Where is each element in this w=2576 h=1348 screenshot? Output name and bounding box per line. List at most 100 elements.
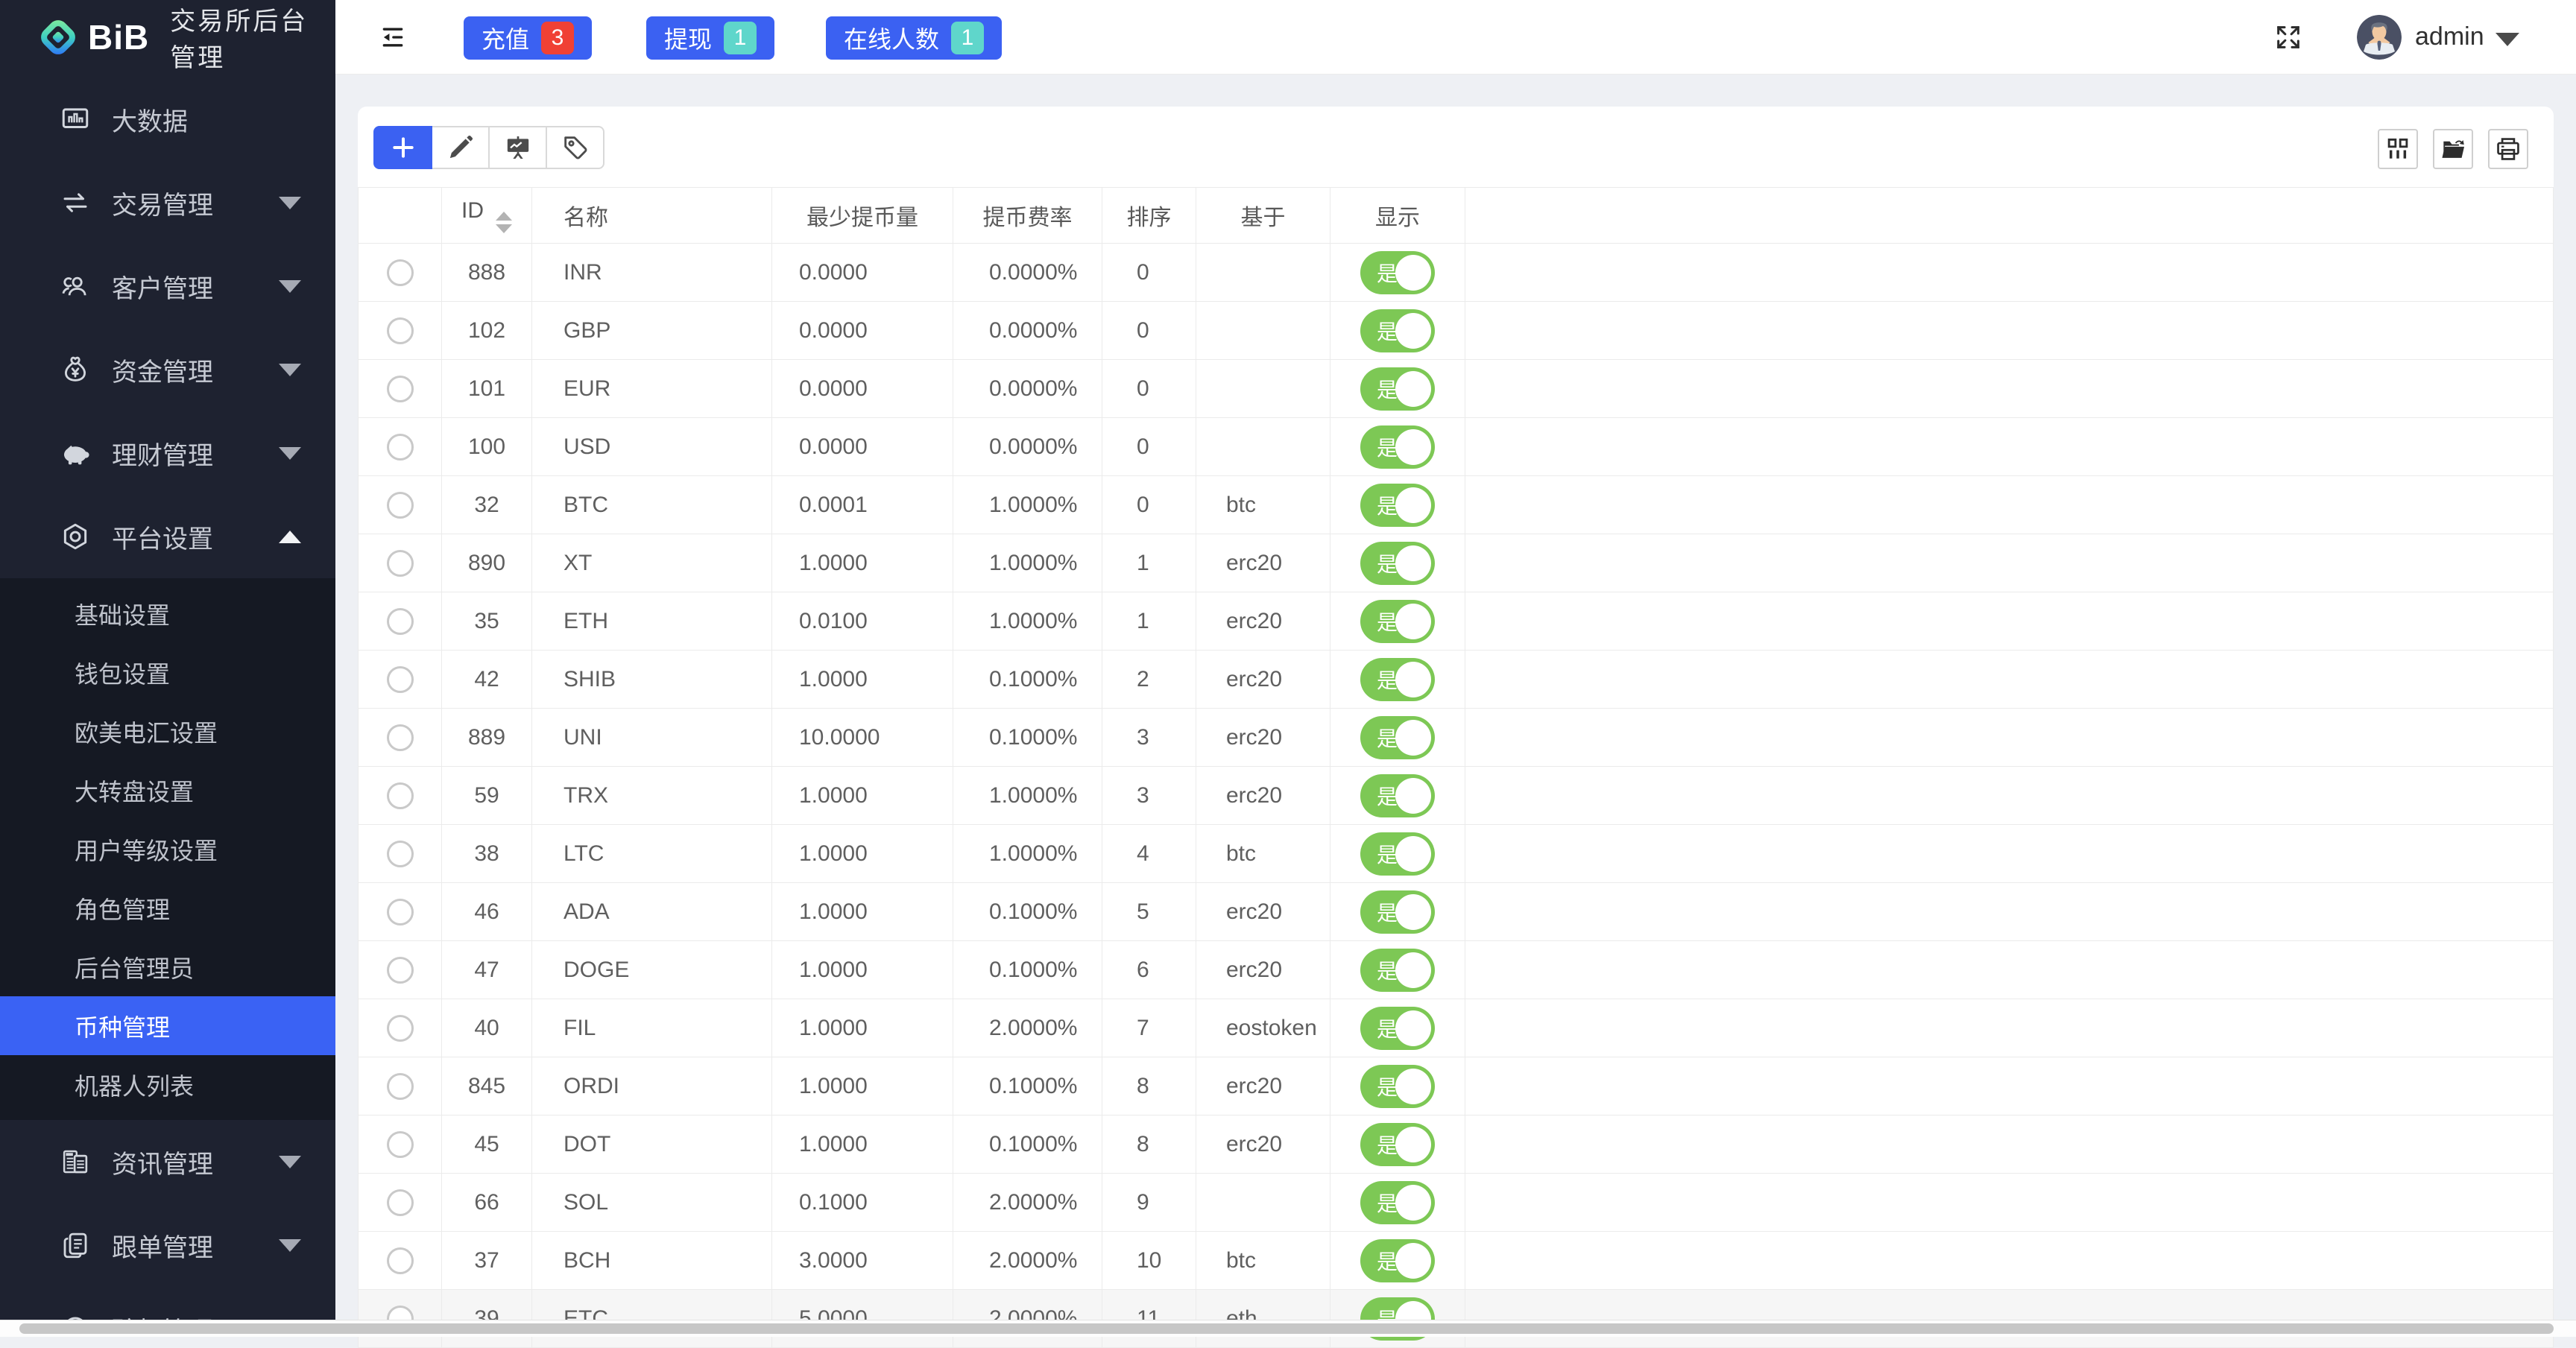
cell-filler (1465, 1057, 2554, 1116)
show-toggle[interactable]: 是 (1360, 890, 1435, 934)
chart-board-button[interactable] (488, 126, 547, 169)
sidebar-item-后台管理员[interactable]: 后台管理员 (0, 937, 335, 996)
cell-name: TRX (532, 767, 772, 825)
row-select-cell (359, 1290, 442, 1348)
cell-base: erc20 (1196, 941, 1330, 999)
sort-icon[interactable] (496, 212, 512, 233)
cell-show: 是 (1330, 709, 1465, 767)
show-toggle[interactable]: 是 (1360, 949, 1435, 992)
print-button[interactable] (2488, 129, 2528, 169)
sidebar-item-交易管理[interactable]: 交易管理 (0, 161, 335, 244)
sidebar-item-大转盘设置[interactable]: 大转盘设置 (0, 761, 335, 820)
sidebar-item-钱包设置[interactable]: 钱包设置 (0, 643, 335, 702)
sidebar-item-平台设置[interactable]: 平台设置 (0, 495, 335, 578)
cell-show: 是 (1330, 1174, 1465, 1232)
row-radio[interactable] (387, 666, 414, 693)
stat-button-label: 充值 (482, 21, 529, 55)
show-toggle[interactable]: 是 (1360, 1239, 1435, 1282)
sidebar-item-基础设置[interactable]: 基础设置 (0, 584, 335, 643)
show-toggle[interactable]: 是 (1360, 425, 1435, 469)
cell-min-withdraw: 0.0000 (772, 360, 953, 418)
sidebar-item-label: 客户管理 (112, 268, 264, 305)
sidebar-item-用户等级设置[interactable]: 用户等级设置 (0, 820, 335, 879)
row-radio[interactable] (387, 782, 414, 809)
cell-fee: 0.1000% (953, 1057, 1102, 1116)
show-toggle[interactable]: 是 (1360, 832, 1435, 876)
menu-fold-icon[interactable] (378, 22, 408, 52)
row-radio[interactable] (387, 841, 414, 867)
row-radio[interactable] (387, 724, 414, 751)
row-radio[interactable] (387, 317, 414, 344)
column-header-ID[interactable]: ID (442, 188, 532, 244)
avatar[interactable] (2357, 15, 2402, 60)
sidebar-item-机器人列表[interactable]: 机器人列表 (0, 1055, 335, 1114)
show-toggle[interactable]: 是 (1360, 309, 1435, 352)
table-row: 888INR0.00000.0000%0是 (359, 244, 2554, 302)
user-name[interactable]: admin (2415, 22, 2484, 51)
row-radio[interactable] (387, 1247, 414, 1274)
sidebar-item-欧美电汇设置[interactable]: 欧美电汇设置 (0, 702, 335, 761)
sidebar-item-跟单管理[interactable]: 跟单管理 (0, 1203, 335, 1287)
sidebar-item-资金管理[interactable]: 资金管理 (0, 328, 335, 411)
row-radio[interactable] (387, 899, 414, 925)
tag-button[interactable] (546, 126, 604, 169)
edit-button[interactable] (431, 126, 490, 169)
sidebar-item-客户管理[interactable]: 客户管理 (0, 244, 335, 328)
row-radio[interactable] (387, 608, 414, 635)
add-button[interactable] (373, 126, 432, 169)
stat-button-在线人数[interactable]: 在线人数1 (826, 16, 1002, 60)
cell-sort: 0 (1102, 418, 1196, 476)
toggle-label: 是 (1377, 1246, 1398, 1276)
cell-min-withdraw: 10.0000 (772, 709, 953, 767)
show-toggle[interactable]: 是 (1360, 251, 1435, 294)
row-radio[interactable] (387, 550, 414, 577)
row-select-cell (359, 651, 442, 709)
stat-button-充值[interactable]: 充值3 (464, 16, 592, 60)
show-toggle[interactable]: 是 (1360, 600, 1435, 643)
stat-button-提现[interactable]: 提现1 (646, 16, 774, 60)
table-row: 890XT1.00001.0000%1erc20是 (359, 534, 2554, 592)
sidebar-item-大数据[interactable]: 大数据 (0, 77, 335, 161)
row-radio[interactable] (387, 1189, 414, 1216)
sidebar-item-币种管理[interactable]: 币种管理 (0, 996, 335, 1055)
cell-fee: 2.0000% (953, 999, 1102, 1057)
cell-min-withdraw: 0.0000 (772, 244, 953, 302)
row-radio[interactable] (387, 1131, 414, 1158)
show-toggle[interactable]: 是 (1360, 658, 1435, 701)
show-toggle[interactable]: 是 (1360, 367, 1435, 411)
sidebar-item-角色管理[interactable]: 角色管理 (0, 879, 335, 937)
user-caret-down-icon[interactable] (2496, 33, 2519, 46)
cell-fee: 0.0000% (953, 360, 1102, 418)
show-toggle[interactable]: 是 (1360, 542, 1435, 585)
show-toggle[interactable]: 是 (1360, 1065, 1435, 1108)
show-toggle[interactable]: 是 (1360, 1181, 1435, 1224)
toggle-label: 是 (1377, 432, 1398, 462)
horizontal-scrollbar[interactable] (0, 1320, 2576, 1337)
sidebar-item-理财管理[interactable]: 理财管理 (0, 411, 335, 495)
show-toggle[interactable]: 是 (1360, 774, 1435, 817)
fullscreen-icon[interactable] (2273, 22, 2303, 52)
scrollbar-thumb[interactable] (19, 1323, 2554, 1334)
row-radio[interactable] (387, 376, 414, 402)
toggle-label: 是 (1377, 781, 1398, 811)
show-toggle[interactable]: 是 (1360, 484, 1435, 527)
row-radio[interactable] (387, 1015, 414, 1042)
row-radio[interactable] (387, 492, 414, 519)
cell-sort: 6 (1102, 941, 1196, 999)
export-button[interactable] (2433, 129, 2473, 169)
toggle-knob (1395, 894, 1431, 930)
row-radio[interactable] (387, 259, 414, 286)
cell-min-withdraw: 1.0000 (772, 767, 953, 825)
columns-button[interactable] (2378, 129, 2418, 169)
show-toggle[interactable]: 是 (1360, 716, 1435, 759)
sidebar-item-矿机管理[interactable]: 矿机管理 (0, 1287, 335, 1320)
sidebar-item-label: 后台管理员 (75, 950, 301, 984)
show-toggle[interactable]: 是 (1360, 1007, 1435, 1050)
row-radio[interactable] (387, 1073, 414, 1100)
sidebar-item-资讯管理[interactable]: 资讯管理 (0, 1120, 335, 1203)
column-header-label: ID (461, 198, 484, 223)
row-radio[interactable] (387, 434, 414, 461)
sidebar-menu: 大数据交易管理客户管理资金管理理财管理平台设置基础设置钱包设置欧美电汇设置大转盘… (0, 75, 335, 1320)
row-radio[interactable] (387, 957, 414, 984)
show-toggle[interactable]: 是 (1360, 1123, 1435, 1166)
